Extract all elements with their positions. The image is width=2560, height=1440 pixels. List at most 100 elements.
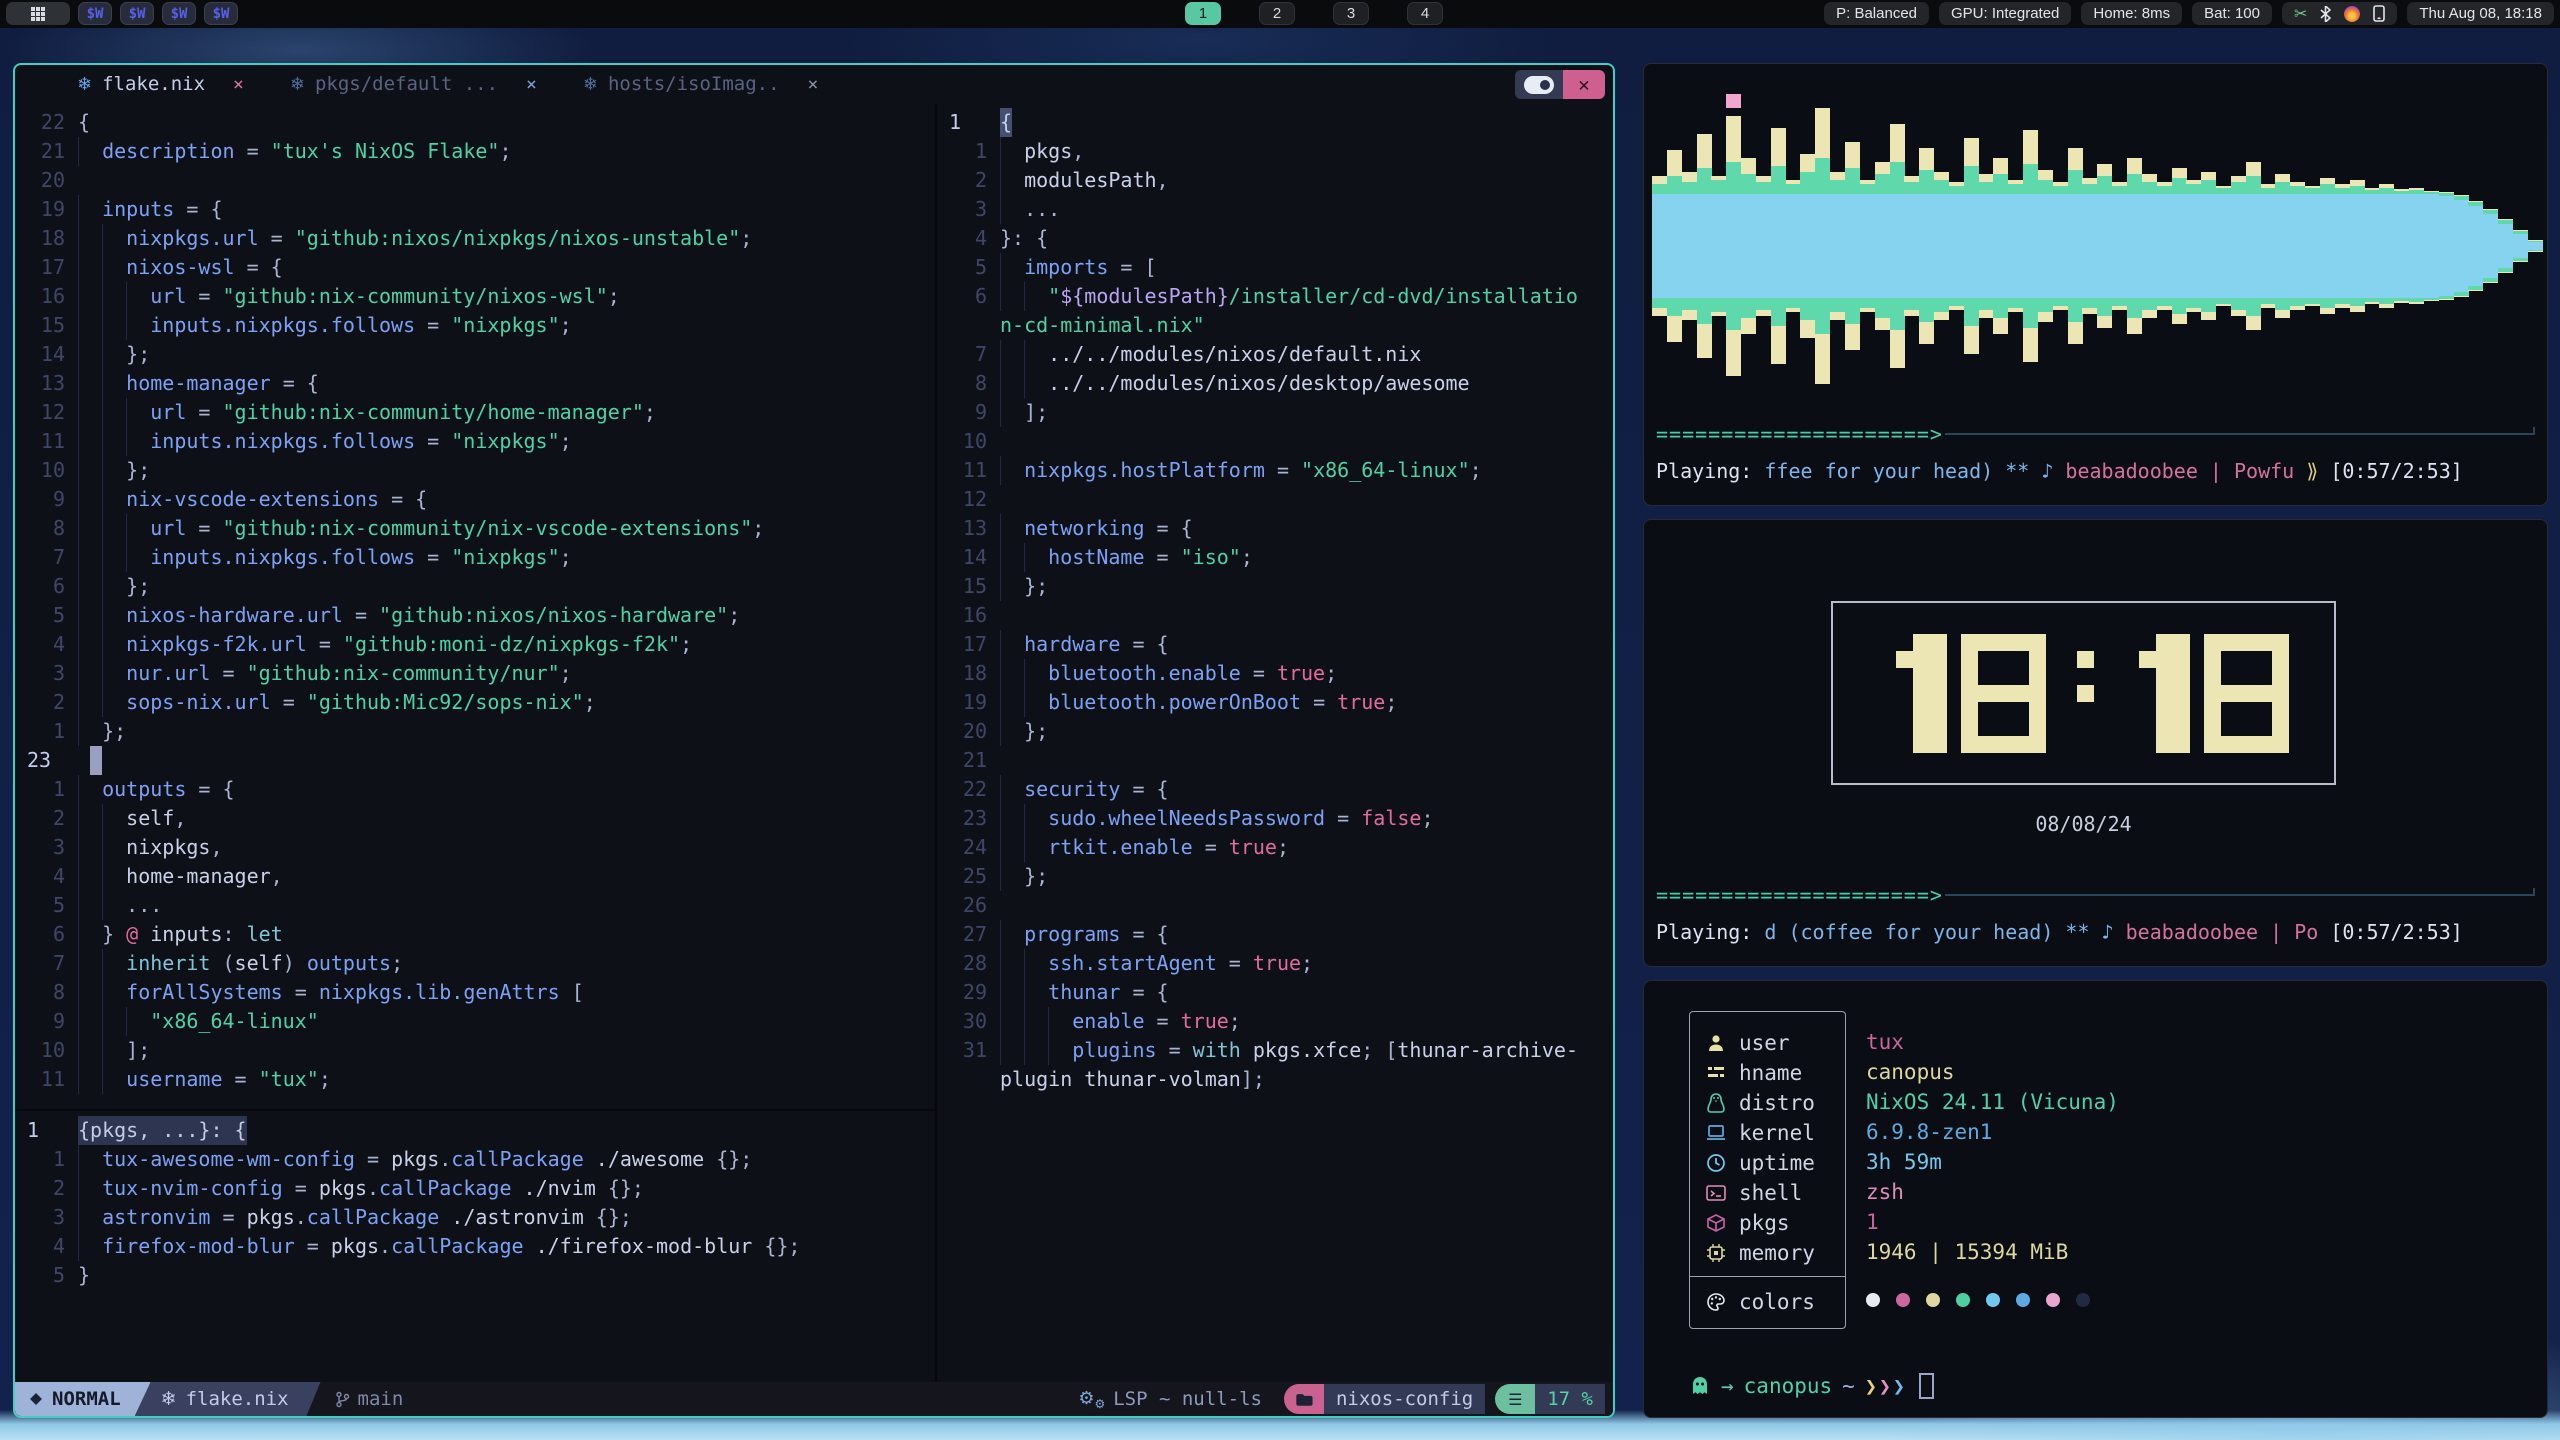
clock-pixel [2139, 634, 2156, 651]
toggle-switch[interactable] [1515, 70, 1563, 99]
code-line: 3 nixpkgs, [15, 833, 935, 862]
clock-window[interactable]: 08/08/24 =====================> Playing:… [1643, 519, 2548, 967]
clock-pixel [2173, 634, 2190, 651]
status-pill-3[interactable]: Bat: 100 [2192, 2, 2272, 25]
fetch-row-distro: distro [1690, 1088, 1845, 1118]
terminal-cursor[interactable] [1919, 1373, 1934, 1399]
line-number: 8 [27, 514, 65, 543]
code-segment: , [210, 835, 222, 859]
editor-tab-1[interactable]: ❄flake.nix× [77, 73, 244, 95]
clock-pixel [1995, 651, 2012, 668]
code-segment: "nixpkgs" [451, 429, 559, 453]
line-number: 3 [949, 195, 987, 224]
tag-button-4[interactable]: 4 [1407, 2, 1443, 25]
clock-pixel [1961, 668, 1978, 685]
code-text: ../../modules/nixos/desktop/awesome [1000, 369, 1613, 398]
code-line: 20 [15, 166, 935, 195]
visualizer-column [2127, 96, 2142, 396]
viz-blue-band [1993, 194, 2008, 298]
code-line: 4 home-manager, [15, 862, 935, 891]
line-number: 15 [27, 311, 65, 340]
app-grid-icon[interactable] [6, 2, 70, 25]
system-tray[interactable]: ✂ [2282, 2, 2397, 25]
indent-guide [78, 369, 102, 398]
clock-pixel [2156, 719, 2173, 736]
fetch-value-user: tux [1866, 1027, 2119, 1057]
visualizer-column [1949, 96, 1964, 396]
clock-pill[interactable]: Thu Aug 08, 18:18 [2407, 2, 2554, 25]
tab-close-icon[interactable]: × [526, 74, 537, 95]
editor-tab-2[interactable]: ❄pkgs/default ...× [290, 73, 537, 95]
workspace-button-1[interactable]: $W [78, 2, 112, 25]
code-segment: {pkgs, ...}: { [78, 1118, 247, 1142]
code-segment: ; [1421, 806, 1433, 830]
code-segment: = [1193, 835, 1229, 859]
pane-hosts-isoimage[interactable]: 1{1 pkgs,2 modulesPath,3 ...4}: {5 impor… [937, 103, 1613, 1382]
fetch-terminal-window[interactable]: userhnamedistrokerneluptimeshellpkgsmemo… [1643, 980, 2548, 1418]
indent-guide [126, 398, 150, 427]
code-segment: }; [102, 719, 126, 743]
line-number: 26 [949, 891, 987, 920]
code-segment: ./nvim [512, 1176, 596, 1200]
code-segment: pkgs [1024, 139, 1072, 163]
viz-blue-band [1800, 194, 1815, 298]
clock-pixel [2204, 736, 2221, 753]
tag-button-3[interactable]: 3 [1333, 2, 1369, 25]
workspace-button-4[interactable]: $W [204, 2, 238, 25]
code-segment: = [283, 1176, 319, 1200]
indent-guide [1000, 1007, 1024, 1036]
viz-pink-pixel [1726, 94, 1741, 108]
neovim-window[interactable]: ❄flake.nix× ❄pkgs/default ...× ❄hosts/isoI… [13, 63, 1615, 1418]
status-pill-0[interactable]: P: Balanced [1824, 2, 1929, 25]
line-number: 8 [949, 369, 987, 398]
tab-close-icon[interactable]: × [808, 74, 819, 95]
fetch-row-pkgs: pkgs [1690, 1208, 1845, 1238]
visualizer-column [1800, 96, 1815, 396]
code-line: 26 [937, 891, 1613, 920]
workspace-button-3[interactable]: $W [162, 2, 196, 25]
snowflake-icon: ❄ [77, 74, 92, 95]
shell-prompt[interactable]: →canopus~❯❯❯ [1689, 1373, 1934, 1399]
clock-pixel [2255, 719, 2272, 736]
line-number: 18 [27, 224, 65, 253]
clock-pixel [2255, 634, 2272, 651]
pane-flake-nix[interactable]: 22{21 description = "tux's NixOS Flake";… [15, 103, 935, 1109]
scissors-icon[interactable]: ✂ [2294, 4, 2307, 23]
clock-pixel [1896, 685, 1913, 702]
indent-guide [102, 398, 126, 427]
clock-pixel [2204, 719, 2221, 736]
close-window-button[interactable]: ✕ [1563, 70, 1605, 99]
indent-guide [126, 1007, 150, 1036]
tag-button-2[interactable]: 2 [1259, 2, 1295, 25]
clock-pixel [2077, 702, 2094, 719]
indent-guide [78, 1145, 102, 1174]
firefox-icon[interactable] [2344, 6, 2360, 22]
color-dot-0 [1866, 1293, 1880, 1307]
music-visualizer-window[interactable]: =====================> Playing: ffee for… [1643, 63, 2548, 506]
clock-pixel [1896, 668, 1913, 685]
code-line: n-cd-minimal.nix" [937, 311, 1613, 340]
code-segment: }; [126, 342, 150, 366]
code-text: outputs = { [78, 775, 935, 804]
bluetooth-icon[interactable] [2320, 6, 2331, 22]
code-line: 10 ]; [15, 1036, 935, 1065]
indent-guide [102, 282, 126, 311]
status-pill-1[interactable]: GPU: Integrated [1939, 2, 2071, 25]
code-line: 6 }; [15, 572, 935, 601]
clock-pixel [1913, 634, 1930, 651]
clock-pixel [2204, 651, 2221, 668]
status-pill-2[interactable]: Home: 8ms [2081, 2, 2182, 25]
tab-close-icon[interactable]: × [233, 74, 244, 95]
fetch-value-distro: NixOS 24.11 (Vicuna) [1866, 1087, 2119, 1117]
tag-button-1[interactable]: 1 [1185, 2, 1221, 25]
workspace-button-2[interactable]: $W [120, 2, 154, 25]
code-segment: = [283, 980, 319, 1004]
phone-icon[interactable] [2373, 5, 2385, 22]
line-number: 5 [27, 1261, 65, 1290]
indent-guide [1000, 949, 1024, 978]
code-segment: = [271, 690, 307, 714]
editor-tab-3[interactable]: ❄hosts/isoImag..× [583, 73, 819, 95]
pane-pkgs-default-nix[interactable]: 1{pkgs, ...}: {1 tux-awesome-wm-config =… [15, 1111, 935, 1382]
clock-pixel [1896, 719, 1913, 736]
code-segment: , [271, 864, 283, 888]
